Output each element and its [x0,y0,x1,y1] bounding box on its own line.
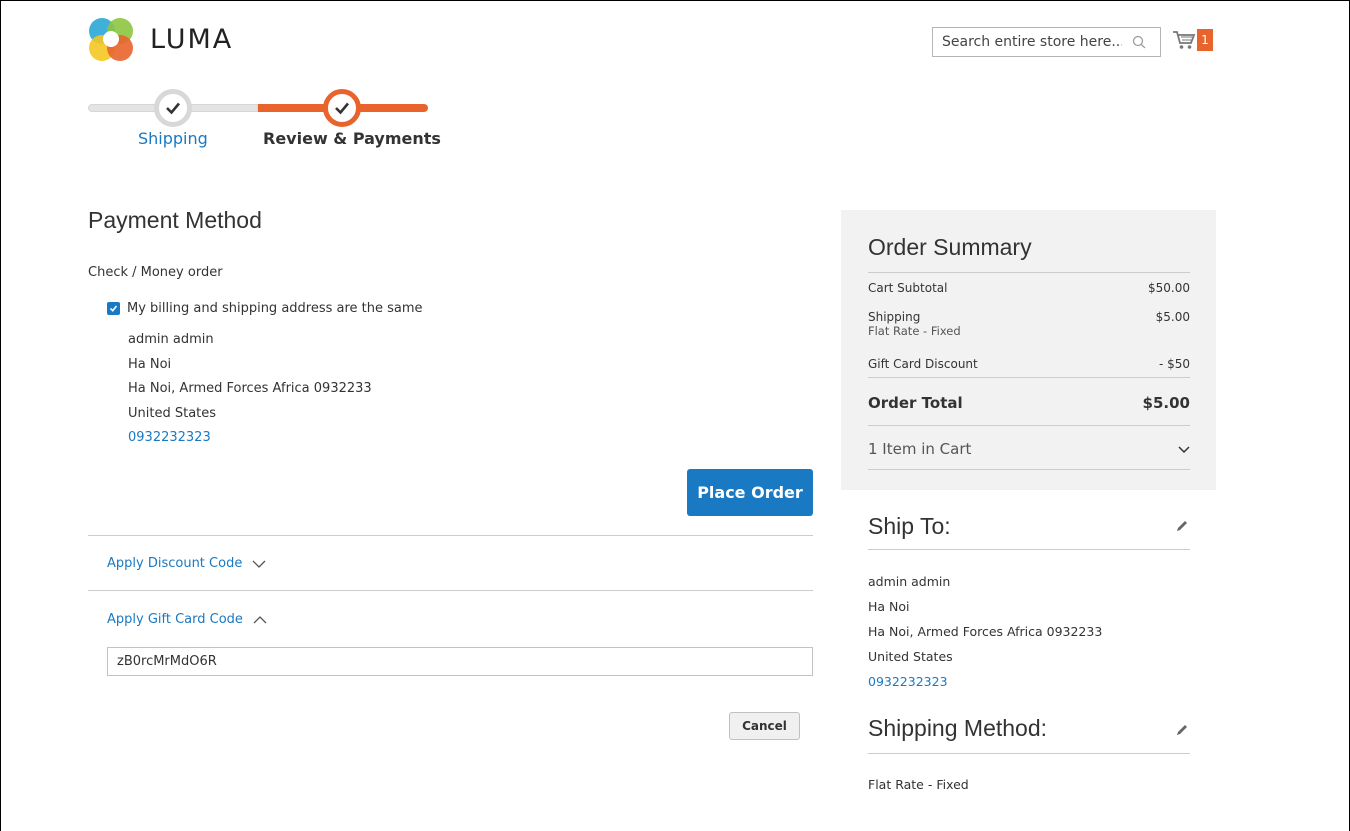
step-shipping-check-icon[interactable] [154,89,192,127]
payment-method-title: Payment Method [88,207,262,233]
cart-icon[interactable] [1172,29,1196,51]
gift-card-code-input[interactable] [107,647,813,676]
ship-to-phone-link[interactable]: 0932232323 [868,669,1102,694]
apply-discount-toggle[interactable]: Apply Discount Code [107,556,266,571]
billing-country: United States [128,405,217,421]
divider [868,469,1190,470]
chevron-down-icon[interactable] [252,559,266,569]
shipping-method-value: Flat Rate - Fixed [868,777,969,792]
cancel-button[interactable]: Cancel [729,712,800,740]
same-address-checkbox[interactable] [107,302,120,315]
cart-subtotal-label: Cart Subtotal [868,281,948,295]
billing-name: admin admin [128,332,214,347]
ship-to-name: admin admin [868,574,951,589]
billing-phone-link[interactable]: 0932232323 [128,426,372,451]
payment-method-option[interactable]: Check / Money order [88,265,223,280]
divider [868,753,1190,754]
step-review-check-icon [323,89,361,127]
order-total-value: $5.00 [1142,394,1190,412]
shipping-row: Shipping Flat Rate - Fixed $5.00 [868,310,1190,338]
ship-to-city: Ha Noi [868,599,910,614]
luma-logo-icon [88,15,134,63]
step-shipping-label[interactable]: Shipping [138,129,208,148]
logo-text: LUMA [150,23,234,55]
apply-gift-card-toggle[interactable]: Apply Gift Card Code [107,612,267,627]
cart-count-badge[interactable]: 1 [1197,29,1213,51]
order-total-label: Order Total [868,394,963,412]
divider [88,535,813,536]
billing-region: Ha Noi, Armed Forces Africa 0932233 [128,381,372,396]
order-summary: Order Summary Cart Subtotal $50.00 Shipp… [841,210,1216,490]
search-box[interactable] [932,27,1161,57]
items-in-cart-toggle[interactable]: 1 Item in Cart [868,440,1190,458]
search-icon[interactable] [1132,35,1146,49]
shipping-method-sub: Flat Rate - Fixed [868,324,961,338]
divider [868,549,1190,550]
ship-to-title: Ship To: [868,513,951,539]
place-order-button[interactable]: Place Order [687,469,813,516]
gift-card-discount-label: Gift Card Discount [868,357,978,371]
edit-pencil-icon[interactable] [1175,723,1189,737]
apply-discount-label[interactable]: Apply Discount Code [107,556,242,571]
cart-subtotal-value: $50.00 [1148,281,1190,295]
search-input[interactable] [942,34,1122,50]
billing-address: admin admin Ha Noi Ha Noi, Armed Forces … [128,328,372,451]
divider [88,590,813,591]
same-address-label: My billing and shipping address are the … [127,301,423,316]
billing-city: Ha Noi [128,356,172,372]
apply-gift-card-label[interactable]: Apply Gift Card Code [107,612,243,627]
shipping-value: $5.00 [1155,310,1190,324]
divider [868,272,1190,273]
ship-to-country: United States [868,649,953,664]
cart-subtotal-row: Cart Subtotal $50.00 [868,281,1190,295]
luma-logo[interactable]: LUMA [88,15,233,63]
checkout-progress: Shipping Review & Payments [88,87,441,151]
divider [868,425,1190,426]
order-summary-title: Order Summary [868,234,1032,260]
shipping-method-title: Shipping Method: [868,715,1048,741]
items-in-cart-label[interactable]: 1 Item in Cart [868,440,971,458]
step-review-label: Review & Payments [263,129,441,148]
edit-pencil-icon[interactable] [1175,519,1189,533]
gift-card-discount-value: - $50 [1158,357,1190,371]
divider [868,377,1190,378]
shipping-label: Shipping [868,310,921,324]
same-address-checkbox-row[interactable]: My billing and shipping address are the … [107,301,423,316]
ship-to-region: Ha Noi, Armed Forces Africa 0932233 [868,624,1103,639]
chevron-up-icon[interactable] [253,615,267,625]
order-total-row: Order Total $5.00 [868,394,1190,412]
ship-to-address: admin admin Ha Noi Ha Noi, Armed Forces … [868,569,1102,694]
chevron-down-icon[interactable] [1178,446,1190,454]
gift-card-discount-row: Gift Card Discount - $50 [868,357,1190,371]
